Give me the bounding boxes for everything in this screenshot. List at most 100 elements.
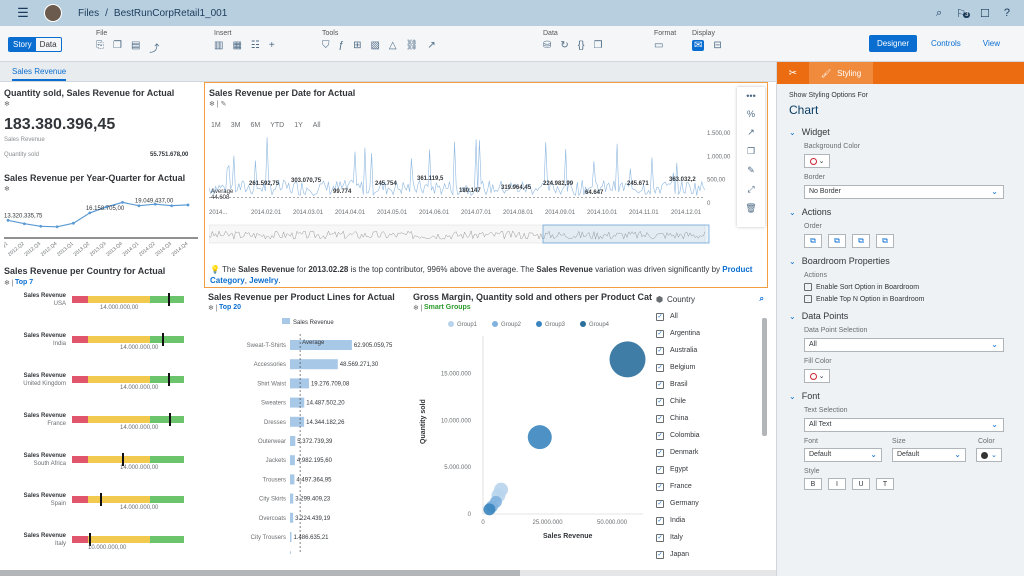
filter-item[interactable]: ✓ Germany [652, 495, 768, 512]
pages-icon[interactable]: ▤ [131, 40, 140, 55]
menu-icon[interactable]: ☰ [10, 5, 36, 21]
time-range-button[interactable]: 3M [231, 122, 241, 129]
copy-icon[interactable]: ❐ [747, 146, 755, 157]
help-icon[interactable]: ? [1004, 7, 1010, 20]
time-range-button[interactable]: 1M [211, 122, 221, 129]
checkbox[interactable]: ✓ [656, 414, 664, 423]
geo-icon[interactable]: △ [389, 40, 397, 51]
formula-icon[interactable]: ƒ [339, 40, 345, 51]
time-range-button[interactable]: 6M [250, 122, 260, 129]
filter-item[interactable]: ✓ Belgium [652, 359, 768, 376]
controls-button[interactable]: Controls [923, 35, 969, 52]
checkbox[interactable]: ✓ [656, 550, 664, 559]
search-icon[interactable]: ⌕ [760, 294, 764, 304]
checkbox[interactable]: ✓ [656, 482, 664, 491]
checkbox[interactable]: ✓ [656, 346, 664, 355]
checkbox[interactable]: ✓ [656, 431, 664, 440]
widget-section[interactable]: ⌄ Widget [789, 127, 1012, 137]
top-n-label[interactable]: Top 20 [219, 304, 241, 311]
topn-option-checkbox[interactable]: Enable Top N Option in Boardroom [804, 295, 1024, 303]
page-tab-sales-revenue[interactable]: Sales Revenue [12, 67, 67, 81]
checkbox[interactable]: ✓ [656, 516, 664, 525]
story-tab[interactable]: Story [9, 38, 36, 51]
checkbox[interactable]: ✓ [656, 380, 664, 389]
checkbox[interactable]: ✓ [656, 499, 664, 508]
bring-to-front-icon[interactable]: ⧉ [804, 234, 822, 248]
font-section[interactable]: ⌄ Font [789, 391, 1012, 401]
bullet-row[interactable]: Sales Revenue Spain 14.000.000,00 [0, 492, 200, 528]
layout-icon[interactable]: ⊟ [713, 40, 721, 51]
styling-tab[interactable]: 🖌 Styling [809, 62, 874, 84]
notifications-icon[interactable]: ⚐ 3 [956, 7, 971, 20]
percent-icon[interactable]: % [747, 109, 755, 119]
font-style-button[interactable]: I [828, 478, 846, 490]
search-icon[interactable]: ⌕ [936, 7, 942, 20]
braces-icon[interactable]: {} [578, 40, 585, 51]
filter-item[interactable]: ✓ Egypt [652, 461, 768, 478]
fill-color-picker[interactable]: ⌄ [804, 369, 830, 383]
filter-icon[interactable]: ⛉ [322, 40, 330, 51]
top-n-label[interactable]: Top 7 [15, 279, 33, 286]
time-range-button[interactable]: YTD [270, 122, 284, 129]
send-backward-icon[interactable]: ⧉ [852, 234, 870, 248]
filter-item[interactable]: ✓ France [652, 478, 768, 495]
designer-button[interactable]: Designer [868, 35, 917, 52]
horizontal-scrollbar[interactable] [0, 570, 776, 576]
checkbox[interactable]: ✓ [656, 312, 664, 321]
filter-item[interactable]: ✓ Argentina [652, 325, 768, 342]
sort-option-checkbox[interactable]: Enable Sort Option in Boardroom [804, 283, 1024, 291]
bullet-row[interactable]: Sales Revenue South Africa 14.000.000,00 [0, 452, 200, 488]
selected-chart-tile[interactable]: Sales Revenue per Date for Actual ❄ | ✎ … [204, 82, 768, 288]
font-select[interactable]: Default ⌄ [804, 448, 882, 462]
data-tab[interactable]: Data [36, 38, 61, 51]
text-selection-select[interactable]: All Text ⌄ [804, 418, 1004, 432]
filter-item[interactable]: ✓ Italy [652, 529, 768, 546]
product-bar-chart[interactable]: Sales Revenue Sweat-T-Shirts 62.905.059,75… [208, 314, 408, 554]
chart-icon[interactable]: ▥ [214, 40, 223, 51]
checkbox[interactable] [804, 295, 812, 303]
insight-link-jewelry[interactable]: Jewelry [249, 276, 278, 285]
format-icon[interactable]: ▧ [370, 40, 379, 51]
checkbox[interactable]: ✓ [656, 397, 664, 406]
checkbox[interactable]: ✓ [656, 448, 664, 457]
font-color-picker[interactable]: ⌄ [976, 448, 1002, 462]
bullet-row[interactable]: Sales Revenue USA 14.000.000,00 [0, 292, 200, 328]
save-icon[interactable]: ⎘ [96, 40, 104, 55]
checkbox[interactable]: ✓ [656, 533, 664, 542]
comment-icon[interactable]: ✉ [692, 40, 705, 51]
bring-forward-icon[interactable]: ⧉ [828, 234, 846, 248]
datapoints-section[interactable]: ⌄ Data Points [789, 311, 1012, 321]
calculator-icon[interactable]: ⊞ [353, 40, 361, 51]
size-select[interactable]: Default ⌄ [892, 448, 966, 462]
filter-item[interactable]: ✓ Colombia [652, 427, 768, 444]
quarter-line-chart[interactable]: 13.320.335,75 16.158.705,00 19.049.437,00 2… [4, 194, 200, 256]
table-icon[interactable]: ▦ [232, 40, 241, 51]
avatar[interactable] [44, 4, 62, 22]
fullscreen-icon[interactable]: ⤢ [747, 184, 754, 195]
selection-select[interactable]: All ⌄ [804, 338, 1004, 352]
comment-icon[interactable]: ✎ [747, 165, 755, 176]
bullet-row[interactable]: Sales Revenue France 14.000.000,00 [0, 412, 200, 448]
bullet-row[interactable]: Sales Revenue United Kingdom 14.000.000,00 [0, 372, 200, 408]
add-icon[interactable]: + [269, 40, 275, 51]
view-button[interactable]: View [975, 35, 1008, 52]
checkbox[interactable] [804, 283, 812, 291]
filter-item[interactable]: ✓ Australia [652, 342, 768, 359]
font-style-button[interactable]: B [804, 478, 822, 490]
more-icon[interactable]: ••• [746, 91, 755, 101]
time-series-chart[interactable]: Average44.6081.500,001.000,00500,000261.… [209, 129, 735, 259]
font-style-button[interactable]: T [876, 478, 894, 490]
filter-item[interactable]: ✓ China [652, 410, 768, 427]
vertical-scrollbar[interactable] [762, 318, 767, 436]
trend-icon[interactable]: ↗ [747, 127, 755, 138]
checkbox[interactable]: ✓ [656, 363, 664, 372]
share-icon[interactable]: ⤴ [149, 40, 159, 55]
discussions-icon[interactable]: ☐ [980, 7, 990, 20]
builder-tab-icon[interactable]: ✂ [777, 68, 809, 79]
checkbox[interactable]: ✓ [656, 329, 664, 338]
copy-data-icon[interactable]: ❐ [593, 40, 602, 51]
filter-item[interactable]: ✓ Brasil [652, 376, 768, 393]
link-icon[interactable]: ⛓ [406, 40, 419, 51]
breadcrumb-files[interactable]: Files [78, 8, 99, 19]
time-range-button[interactable]: 1Y [294, 122, 303, 129]
